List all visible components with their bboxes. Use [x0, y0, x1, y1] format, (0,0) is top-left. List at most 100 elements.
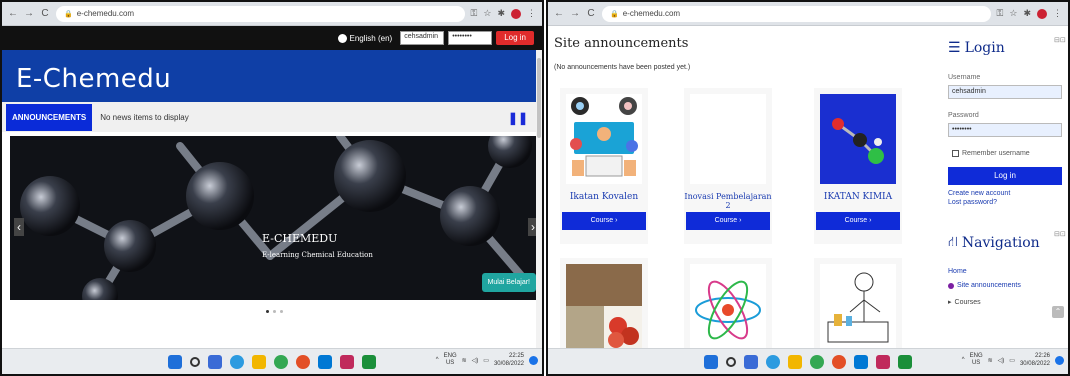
course-card[interactable]: IKATAN KIMIA Course › — [814, 88, 902, 244]
extensions-icon[interactable]: ✱ — [1023, 8, 1031, 19]
app-icon[interactable] — [340, 354, 354, 369]
profile-avatar[interactable] — [1037, 8, 1047, 19]
menu-icon[interactable]: ⋮ — [1053, 8, 1062, 19]
block-controls-icon[interactable]: ⊟⊡ — [1054, 36, 1066, 44]
address-bar[interactable]: 🔒 e-chemedu.com — [56, 5, 465, 22]
site-logo-text[interactable]: E-Chemedu — [16, 64, 171, 94]
slider-dot[interactable] — [280, 310, 283, 313]
chrome-profile-icon[interactable] — [296, 354, 310, 369]
back-icon[interactable]: ← — [554, 8, 564, 19]
scroll-to-top-button[interactable]: ⌃ — [1052, 306, 1064, 318]
chevron-up-icon[interactable]: ^ — [962, 357, 965, 363]
username-input[interactable]: cehsadmin — [948, 85, 1062, 99]
slider-prev-arrow[interactable]: ‹ — [14, 218, 24, 236]
profile-avatar[interactable] — [511, 8, 521, 19]
course-card[interactable]: Inovasi Pembelajaran 2 Course › — [684, 88, 772, 244]
block-controls-icon[interactable]: ⊟⊡ — [1054, 230, 1066, 238]
page-scrollbar[interactable] — [536, 50, 542, 350]
key-icon[interactable]: ⚿ — [997, 8, 1004, 19]
mail-icon[interactable] — [854, 354, 868, 369]
forward-icon[interactable]: → — [24, 8, 34, 19]
course-image — [566, 264, 642, 348]
menu-hamburger-icon: ☰ — [948, 40, 961, 56]
forward-icon[interactable]: → — [570, 8, 580, 19]
app-icon[interactable] — [876, 354, 890, 369]
reload-icon[interactable]: C — [586, 8, 596, 19]
course-button[interactable]: Course › — [686, 212, 770, 230]
lost-password-link[interactable]: Lost password? — [948, 199, 997, 206]
course-button[interactable]: Course › — [816, 212, 900, 230]
pause-icon[interactable]: ❚❚ — [508, 111, 528, 125]
menu-icon[interactable]: ⋮ — [527, 8, 536, 19]
file-explorer-icon[interactable] — [788, 354, 802, 369]
slider-dot[interactable] — [266, 310, 269, 313]
course-image — [820, 94, 896, 184]
wifi-icon[interactable]: ≋ — [988, 357, 993, 364]
course-title[interactable]: Inovasi Pembelajaran 2 — [684, 192, 772, 210]
course-button[interactable]: Course › — [562, 212, 646, 230]
volume-icon[interactable]: ◁) — [998, 357, 1005, 364]
course-card[interactable] — [684, 258, 772, 354]
username-field[interactable]: cehsadmin — [400, 31, 445, 45]
start-learning-button[interactable]: Mulai Belajar! — [481, 273, 536, 292]
course-title[interactable]: Ikatan Kovalen — [560, 192, 648, 202]
wifi-icon[interactable]: ≋ — [462, 357, 467, 364]
course-title[interactable]: IKATAN KIMIA — [814, 192, 902, 202]
remember-username[interactable]: Remember username — [952, 150, 1030, 157]
address-bar[interactable]: 🔒 e-chemedu.com — [602, 5, 991, 22]
chevron-up-icon[interactable]: ^ — [436, 357, 439, 363]
create-account-link[interactable]: Create new account — [948, 190, 1010, 197]
back-icon[interactable]: ← — [8, 8, 18, 19]
chrome-icon[interactable] — [274, 354, 288, 369]
login-block-title: ☰ Login — [948, 40, 1005, 56]
chrome-icon[interactable] — [810, 354, 824, 369]
remember-checkbox[interactable] — [952, 150, 959, 157]
star-icon[interactable]: ☆ — [1009, 8, 1017, 19]
notification-icon[interactable] — [529, 355, 538, 365]
edge-icon[interactable] — [766, 354, 780, 369]
slider-dots — [266, 310, 283, 313]
windows-taskbar: ^ ENG US ≋ ◁) ▭ 22:26 30/08/2022 — [548, 348, 1068, 374]
notification-icon[interactable] — [1055, 355, 1064, 365]
excel-icon[interactable] — [362, 354, 376, 369]
chevron-right-icon: ▸ — [948, 299, 952, 306]
password-field[interactable]: •••••••• — [448, 31, 493, 45]
volume-icon[interactable]: ◁) — [472, 357, 479, 364]
battery-icon[interactable]: ▭ — [1009, 357, 1015, 364]
windows-start-icon[interactable] — [704, 354, 718, 369]
battery-icon[interactable]: ▭ — [483, 357, 489, 364]
task-view-icon[interactable] — [744, 354, 758, 369]
key-icon[interactable]: ⚿ — [471, 8, 478, 19]
nav-site-announcements[interactable]: Site announcements — [948, 282, 1021, 289]
course-illustration — [566, 264, 642, 348]
windows-start-icon[interactable] — [168, 354, 182, 369]
search-icon[interactable] — [726, 356, 736, 367]
slider-dot[interactable] — [273, 310, 276, 313]
password-input[interactable]: •••••••• — [948, 123, 1062, 137]
mail-icon[interactable] — [318, 354, 332, 369]
login-button[interactable]: Log in — [496, 31, 534, 45]
language-indicator[interactable]: ENG US — [970, 353, 983, 367]
login-button[interactable]: Log in — [948, 167, 1062, 185]
chrome-profile-icon[interactable] — [832, 354, 846, 369]
nav-courses[interactable]: ▸ Courses — [948, 298, 981, 307]
course-card[interactable] — [560, 258, 648, 354]
course-illustration — [570, 97, 638, 177]
search-icon[interactable] — [190, 356, 200, 367]
language-selector[interactable]: English (en) — [337, 33, 392, 43]
edge-icon[interactable] — [230, 354, 244, 369]
username-label: Username — [948, 74, 981, 81]
clock[interactable]: 22:26 30/08/2022 — [1020, 352, 1050, 368]
task-view-icon[interactable] — [208, 354, 222, 369]
nav-home[interactable]: Home — [948, 268, 967, 275]
extensions-icon[interactable]: ✱ — [497, 8, 505, 19]
file-explorer-icon[interactable] — [252, 354, 266, 369]
reload-icon[interactable]: C — [40, 8, 50, 19]
language-indicator[interactable]: ENG US — [444, 353, 457, 367]
course-card[interactable] — [814, 258, 902, 354]
star-icon[interactable]: ☆ — [483, 8, 491, 19]
clock[interactable]: 22:25 30/08/2022 — [494, 352, 524, 368]
scrollbar-thumb[interactable] — [537, 58, 541, 138]
course-card[interactable]: Ikatan Kovalen Course › — [560, 88, 648, 244]
excel-icon[interactable] — [898, 354, 912, 369]
